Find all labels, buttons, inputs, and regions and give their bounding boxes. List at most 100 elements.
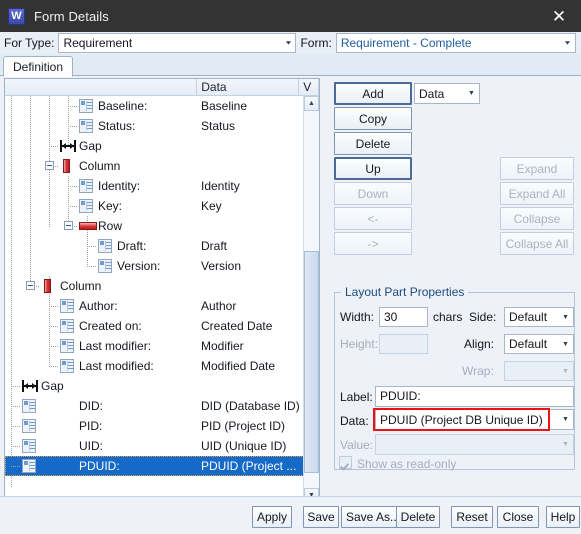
tree-row-data: UID (Unique ID)	[201, 439, 287, 453]
tree-row[interactable]: Draft: Draft	[5, 236, 303, 256]
tree-expander-icon[interactable]	[64, 221, 73, 230]
tree-row[interactable]: Key: Key	[5, 196, 303, 216]
app-logo-icon: W	[8, 7, 25, 25]
tree-column-header-data[interactable]: Data	[197, 79, 300, 95]
tree-row[interactable]: PDUID: PDUID (Project ...	[5, 456, 303, 476]
tree-connector-line	[49, 326, 59, 327]
for-type-combo[interactable]: Requirement	[58, 33, 297, 53]
tree-row-data: Created Date	[201, 319, 273, 333]
tree-row[interactable]: Row	[5, 216, 303, 236]
field-icon	[60, 319, 74, 333]
tree-vscroll-thumb[interactable]	[304, 251, 319, 473]
side-value: Default	[509, 310, 548, 324]
tree-row[interactable]: Status: Status	[5, 116, 303, 136]
chevron-down-icon[interactable]: ▼	[558, 416, 573, 423]
down-button[interactable]: Down	[334, 182, 412, 205]
layout-tree-panel: Data V Baseline: Baseline Status: Status Gap…	[4, 78, 320, 520]
chevron-down-icon[interactable]	[560, 34, 575, 52]
field-icon	[98, 259, 112, 273]
gap-arrow-icon	[62, 143, 74, 149]
tree-row[interactable]: Baseline: Baseline	[5, 96, 303, 116]
help-button[interactable]: Help	[546, 506, 580, 528]
delete-button[interactable]: Delete	[396, 506, 440, 528]
show-as-read-only-checkbox[interactable]	[339, 456, 352, 469]
column-icon	[63, 159, 70, 173]
expand-button[interactable]: Expand	[500, 157, 574, 180]
tree-row[interactable]: Created on: Created Date	[5, 316, 303, 336]
chevron-down-icon[interactable]: ▼	[558, 341, 573, 348]
close-button[interactable]: Close	[497, 506, 539, 528]
collapse-button[interactable]: Collapse	[500, 207, 574, 230]
tree-row-data: Modifier	[201, 339, 244, 353]
height-input[interactable]	[379, 334, 428, 354]
tree-row[interactable]: Column	[5, 156, 303, 176]
tab-definition[interactable]: Definition	[3, 56, 74, 77]
tree-row[interactable]: Author: Author	[5, 296, 303, 316]
field-icon	[22, 459, 36, 473]
move-right-button[interactable]: ->	[334, 232, 412, 255]
reset-button[interactable]: Reset	[451, 506, 493, 528]
tree-row[interactable]: PID: PID (Project ID)	[5, 416, 303, 436]
add-kind-combo[interactable]: Data ▼	[414, 83, 480, 104]
tree-expander-icon[interactable]	[45, 161, 54, 170]
tree-expander-icon[interactable]	[26, 281, 35, 290]
move-left-button[interactable]: <-	[334, 207, 412, 230]
tree-row-data: Author	[201, 299, 237, 313]
tree-row-label: Last modified:	[79, 359, 154, 373]
tree-row[interactable]: Version: Version	[5, 256, 303, 276]
tree-vertical-scrollbar[interactable]: ▲ ▼	[303, 96, 319, 503]
wrap-label: Wrap:	[462, 364, 494, 378]
tree-row-data: Draft	[201, 239, 228, 253]
tree-connector-line	[11, 426, 21, 427]
chevron-down-icon[interactable]: ▼	[558, 441, 573, 448]
tree-row[interactable]: Identity: Identity	[5, 176, 303, 196]
width-input[interactable]: 30	[379, 307, 428, 327]
tree-column-header-v[interactable]: V	[299, 79, 319, 95]
tree-row[interactable]: Last modifier: Modifier	[5, 336, 303, 356]
tree-connector-line	[87, 266, 97, 267]
delete-part-button[interactable]: Delete	[334, 132, 412, 155]
collapse-all-button[interactable]: Collapse All	[500, 232, 574, 255]
column-icon	[44, 279, 51, 293]
add-button[interactable]: Add	[334, 82, 412, 105]
wrap-combo[interactable]: ▼	[504, 361, 574, 381]
tree-connector-line	[49, 146, 59, 147]
chevron-down-icon[interactable]: ▼	[558, 368, 573, 375]
tree-body[interactable]: Baseline: Baseline Status: Status Gap Column I…	[5, 96, 303, 503]
expand-all-button[interactable]: Expand All	[500, 182, 574, 205]
field-icon	[79, 179, 93, 193]
data-field-combo[interactable]: PDUID (Project DB Unique ID) ▼	[375, 409, 574, 430]
align-combo[interactable]: Default ▼	[504, 334, 574, 354]
field-icon	[79, 199, 93, 213]
tree-row-label: Baseline:	[98, 99, 148, 113]
form-combo[interactable]: Requirement - Complete	[335, 33, 576, 53]
tree-row[interactable]: Gap	[5, 136, 303, 156]
save-button[interactable]: Save	[303, 506, 339, 528]
close-icon[interactable]: ✕	[537, 0, 581, 32]
show-as-read-only-label: Show as read-only	[357, 457, 457, 471]
chevron-down-icon[interactable]	[280, 34, 295, 52]
row-icon	[79, 222, 97, 230]
chevron-down-icon[interactable]: ▼	[558, 314, 573, 321]
label-field-input[interactable]: PDUID:	[375, 386, 574, 407]
chevron-down-icon[interactable]: ▼	[464, 90, 479, 97]
copy-button[interactable]: Copy	[334, 107, 412, 130]
dialog-footer: Apply Save Save As... Delete Reset Close…	[0, 496, 581, 534]
up-button[interactable]: Up	[334, 157, 412, 180]
selector-row: For Type: Requirement Form: Requirement …	[0, 32, 581, 54]
tree-row-label: PDUID:	[79, 459, 120, 473]
scroll-up-icon[interactable]: ▲	[304, 96, 319, 111]
tree-row[interactable]: Last modified: Modified Date	[5, 356, 303, 376]
data-field-label: Data:	[340, 414, 369, 428]
tree-row[interactable]: Gap	[5, 376, 303, 396]
tree-row[interactable]: UID: UID (Unique ID)	[5, 436, 303, 456]
gap-icon	[22, 380, 38, 392]
tree-column-header-label[interactable]	[5, 79, 198, 95]
apply-button[interactable]: Apply	[252, 506, 292, 528]
side-combo[interactable]: Default ▼	[504, 307, 574, 327]
value-field-combo[interactable]: ▼	[375, 434, 574, 455]
tree-row-label: Created on:	[79, 319, 142, 333]
tree-row[interactable]: DID: DID (Database ID)	[5, 396, 303, 416]
tree-row[interactable]: Column	[5, 276, 303, 296]
field-icon	[60, 339, 74, 353]
